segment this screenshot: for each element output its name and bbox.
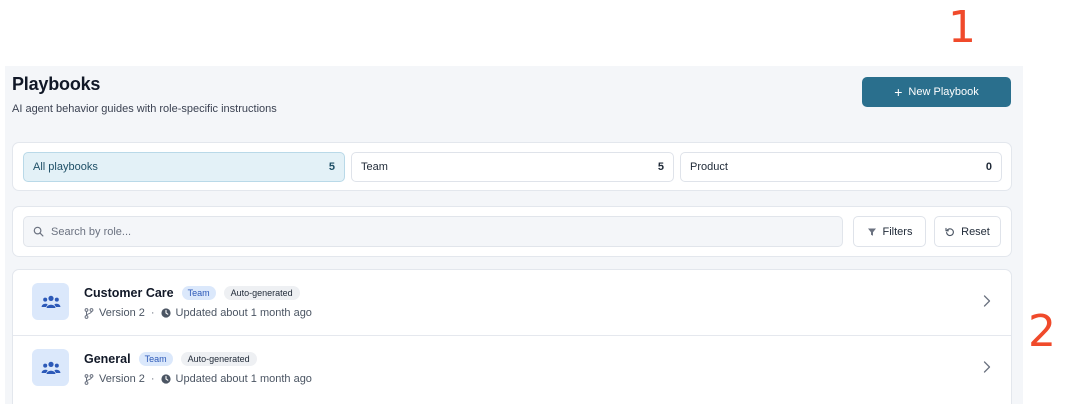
meta-separator: · — [150, 307, 155, 319]
filters-button[interactable]: Filters — [853, 216, 926, 247]
team-badge: Team — [138, 352, 173, 366]
playbook-row-customer-care[interactable]: Customer Care Team Auto-generated Versio… — [13, 270, 1011, 336]
tab-product[interactable]: Product 0 — [680, 152, 1002, 182]
annotation-marker-1: 1 — [948, 2, 976, 53]
playbook-filter-tabs: All playbooks 5 Team 5 Product 0 — [12, 142, 1012, 191]
tab-all-playbooks[interactable]: All playbooks 5 — [23, 152, 345, 182]
updated-label: Updated about 1 month ago — [175, 373, 312, 385]
team-icon — [32, 349, 69, 386]
clock-icon — [160, 308, 171, 318]
tab-count: 5 — [657, 161, 664, 173]
chevron-right-icon — [983, 360, 991, 374]
playbook-list: Customer Care Team Auto-generated Versio… — [12, 269, 1012, 404]
playbooks-panel: Playbooks AI agent behavior guides with … — [5, 66, 1023, 404]
tab-count: 0 — [985, 161, 992, 173]
tab-team[interactable]: Team 5 — [351, 152, 674, 182]
tab-label: Team — [361, 161, 388, 173]
playbook-name: Customer Care — [84, 286, 174, 300]
page-header: Playbooks AI agent behavior guides with … — [12, 74, 277, 115]
search-toolbar: Filters Reset — [12, 206, 1012, 257]
updated-label: Updated about 1 month ago — [175, 307, 312, 319]
chevron-right-icon — [983, 294, 991, 308]
tab-label: Product — [690, 161, 728, 173]
version-label: Version 2 — [99, 373, 145, 385]
branch-icon — [84, 373, 94, 385]
playbook-row-general[interactable]: General Team Auto-generated Version 2 · … — [13, 335, 1011, 401]
meta-separator: · — [150, 373, 155, 385]
annotation-marker-2: 2 — [1028, 306, 1056, 357]
plus-icon: + — [894, 84, 903, 100]
search-input[interactable] — [51, 225, 811, 238]
tab-count: 5 — [328, 161, 335, 173]
row-meta: Version 2 · Updated about 1 month ago — [84, 307, 312, 319]
row-title-line: Customer Care Team Auto-generated — [84, 286, 300, 300]
search-box — [23, 216, 843, 247]
playbook-name: General — [84, 352, 131, 366]
clock-icon — [160, 374, 171, 384]
version-label: Version 2 — [99, 307, 145, 319]
new-playbook-label: New Playbook — [908, 86, 979, 98]
screenshot-root: 1 2 Playbooks AI agent behavior guides w… — [0, 0, 1071, 404]
filters-label: Filters — [882, 225, 913, 238]
page-title: Playbooks — [12, 74, 101, 94]
row-meta: Version 2 · Updated about 1 month ago — [84, 373, 312, 385]
branch-icon — [84, 307, 94, 319]
auto-generated-badge: Auto-generated — [223, 286, 300, 300]
funnel-icon — [867, 227, 877, 237]
page-subtitle: AI agent behavior guides with role-speci… — [12, 103, 277, 115]
new-playbook-button[interactable]: + New Playbook — [862, 77, 1011, 107]
team-badge: Team — [181, 286, 216, 300]
team-icon — [32, 283, 69, 320]
reset-button[interactable]: Reset — [934, 216, 1001, 247]
tab-label: All playbooks — [33, 161, 98, 173]
row-title-line: General Team Auto-generated — [84, 352, 257, 366]
reset-label: Reset — [961, 225, 990, 238]
search-icon — [33, 226, 44, 237]
reset-icon — [945, 227, 955, 237]
auto-generated-badge: Auto-generated — [180, 352, 257, 366]
